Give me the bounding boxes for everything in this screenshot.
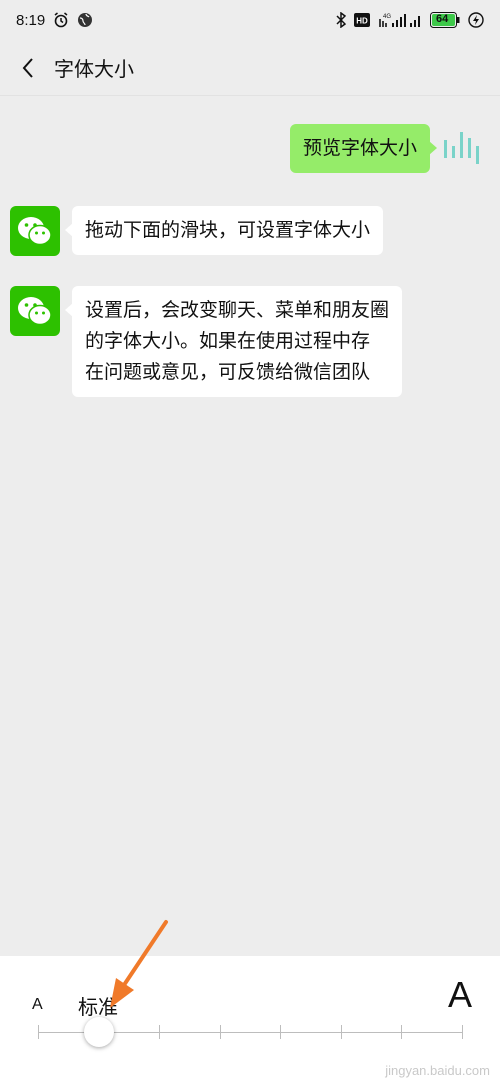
alarm-icon (53, 12, 69, 28)
preview-message: 预览字体大小 (289, 124, 486, 173)
slider-tick (280, 1025, 282, 1039)
bluetooth-icon (336, 12, 346, 28)
tip-message-1: 拖动下面的滑块，可设置字体大小 (10, 206, 384, 256)
battery-level: 64 (436, 13, 449, 25)
tip-line: 在问题或意见，可反馈给微信团队 (85, 362, 371, 383)
page-title: 字体大小 (54, 59, 134, 81)
wechat-avatar (10, 206, 60, 256)
svg-text:HD: HD (356, 17, 368, 26)
preview-bubble: 预览字体大小 (289, 124, 438, 173)
sound-bars-icon (444, 131, 479, 164)
current-size-label: 标准 (78, 997, 118, 1019)
back-button[interactable] (12, 52, 44, 84)
tip-bubble-2: 设置后，会改变聊天、菜单和朋友圈 的字体大小。如果在使用过程中存 在问题或意见，… (64, 286, 403, 397)
slider-tick (340, 1025, 342, 1039)
status-bar: 8:19 HD 4G 64 (0, 0, 500, 40)
hd-icon: HD (354, 13, 370, 27)
watermark: jingyan.baidu.com (385, 1063, 490, 1078)
tip-message-2: 设置后，会改变聊天、菜单和朋友圈 的字体大小。如果在使用过程中存 在问题或意见，… (10, 286, 403, 397)
user-avatar (440, 126, 486, 172)
font-size-slider[interactable] (38, 1017, 463, 1047)
wechat-avatar (10, 286, 60, 336)
wechat-logo-icon (18, 217, 52, 246)
signal-icon: 4G (378, 12, 422, 28)
chat-preview: 预览字体大小 拖动下面的滑块，可设置字体大小 设置后，会改变聊天、菜单和朋友圈 … (0, 96, 500, 956)
network-type: 4G (383, 14, 391, 20)
font-size-panel: A 标准 A jingyan.baidu.com (0, 956, 500, 1084)
slider-tick (462, 1025, 463, 1039)
wechat-logo-icon (18, 297, 52, 326)
tip-bubble-1: 拖动下面的滑块，可设置字体大小 (64, 206, 384, 255)
charging-icon (468, 12, 484, 28)
nav-header: 字体大小 (0, 40, 500, 96)
large-font-label: A (447, 974, 472, 1015)
chevron-left-icon (22, 57, 33, 78)
slider-tick (219, 1025, 221, 1039)
battery-icon: 64 (430, 12, 460, 28)
clock-time: 8:19 (16, 11, 46, 29)
slider-tick (38, 1025, 39, 1039)
slider-tick (401, 1025, 403, 1039)
small-font-label: A (32, 996, 43, 1013)
slider-thumb[interactable] (83, 1017, 114, 1047)
globe-icon (77, 12, 93, 28)
tip-line: 设置后，会改变聊天、菜单和朋友圈 (85, 300, 390, 321)
tip-line: 的字体大小。如果在使用过程中存 (85, 331, 371, 352)
slider-tick (159, 1025, 161, 1039)
